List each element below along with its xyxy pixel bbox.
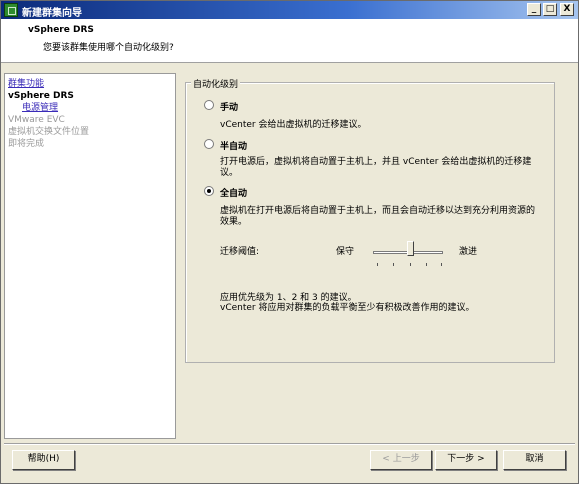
minimize-button[interactable]: _ bbox=[527, 3, 541, 16]
partially-automated-description-line2: 议。 bbox=[220, 168, 239, 178]
footer-separator bbox=[4, 443, 575, 445]
radio-partially-automated[interactable] bbox=[204, 139, 214, 149]
fully-automated-description-line1: 虚拟机在打开电源后将自动置于主机上，而且会自动迁移以达到充分利用资源的 bbox=[220, 206, 536, 216]
back-button[interactable]: < 上一步 bbox=[370, 450, 432, 470]
radio-manual-label[interactable]: 手动 bbox=[220, 100, 238, 113]
close-button[interactable]: X bbox=[560, 3, 574, 16]
maximize-button[interactable]: □ bbox=[543, 3, 557, 16]
threshold-conservative-label: 保守 bbox=[336, 247, 355, 257]
radio-fully-automated-label[interactable]: 全自动 bbox=[220, 186, 247, 199]
group-title: 自动化级别 bbox=[191, 77, 241, 90]
slider-tick bbox=[377, 263, 378, 266]
step-power-management[interactable]: 电源管理 bbox=[22, 103, 58, 113]
manual-description: vCenter 会给出虚拟机的迁移建议。 bbox=[220, 120, 367, 130]
radio-fully-automated[interactable] bbox=[204, 186, 214, 196]
recommendation-line2: vCenter 将应用对群集的负载平衡至少有积极改善作用的建议。 bbox=[220, 303, 475, 313]
slider-tick bbox=[441, 263, 442, 266]
slider-thumb[interactable] bbox=[407, 241, 414, 256]
title-bar[interactable]: 新建群集向导 _ □ X bbox=[1, 1, 578, 19]
wizard-window: 新建群集向导 _ □ X vSphere DRS 您要该群集使用哪个自动化级别?… bbox=[0, 0, 579, 484]
step-swapfile-location: 虚拟机交换文件位置 bbox=[8, 127, 90, 137]
partially-automated-description-line1: 打开电源后，虚拟机将自动置于主机上，并且 vCenter 会给出虚拟机的迁移建 bbox=[220, 157, 532, 167]
step-vsphere-drs: vSphere DRS bbox=[8, 91, 74, 101]
wizard-steps-panel: 群集功能 vSphere DRS 电源管理 VMware EVC 虚拟机交换文件… bbox=[4, 73, 176, 439]
page-title: vSphere DRS bbox=[28, 25, 94, 35]
threshold-label: 迁移阈值: bbox=[220, 247, 260, 257]
threshold-aggressive-label: 激进 bbox=[459, 247, 478, 257]
step-vmware-evc: VMware EVC bbox=[8, 115, 65, 125]
slider-tick bbox=[393, 263, 394, 266]
step-ready-to-complete: 即将完成 bbox=[8, 139, 45, 149]
next-button[interactable]: 下一步 > bbox=[435, 450, 497, 470]
wizard-header: vSphere DRS 您要该群集使用哪个自动化级别? bbox=[1, 19, 578, 63]
slider-tick bbox=[410, 263, 411, 266]
cancel-button[interactable]: 取消 bbox=[503, 450, 566, 470]
radio-partially-automated-label[interactable]: 半自动 bbox=[220, 139, 247, 152]
slider-tick bbox=[426, 263, 427, 266]
window-title: 新建群集向导 bbox=[22, 8, 82, 19]
fully-automated-description-line2: 效果。 bbox=[220, 217, 248, 227]
app-icon bbox=[4, 3, 18, 17]
step-cluster-features[interactable]: 群集功能 bbox=[8, 79, 44, 89]
radio-manual[interactable] bbox=[204, 100, 214, 110]
page-subtitle: 您要该群集使用哪个自动化级别? bbox=[43, 43, 174, 53]
help-button[interactable]: 帮助(H) bbox=[12, 450, 75, 470]
